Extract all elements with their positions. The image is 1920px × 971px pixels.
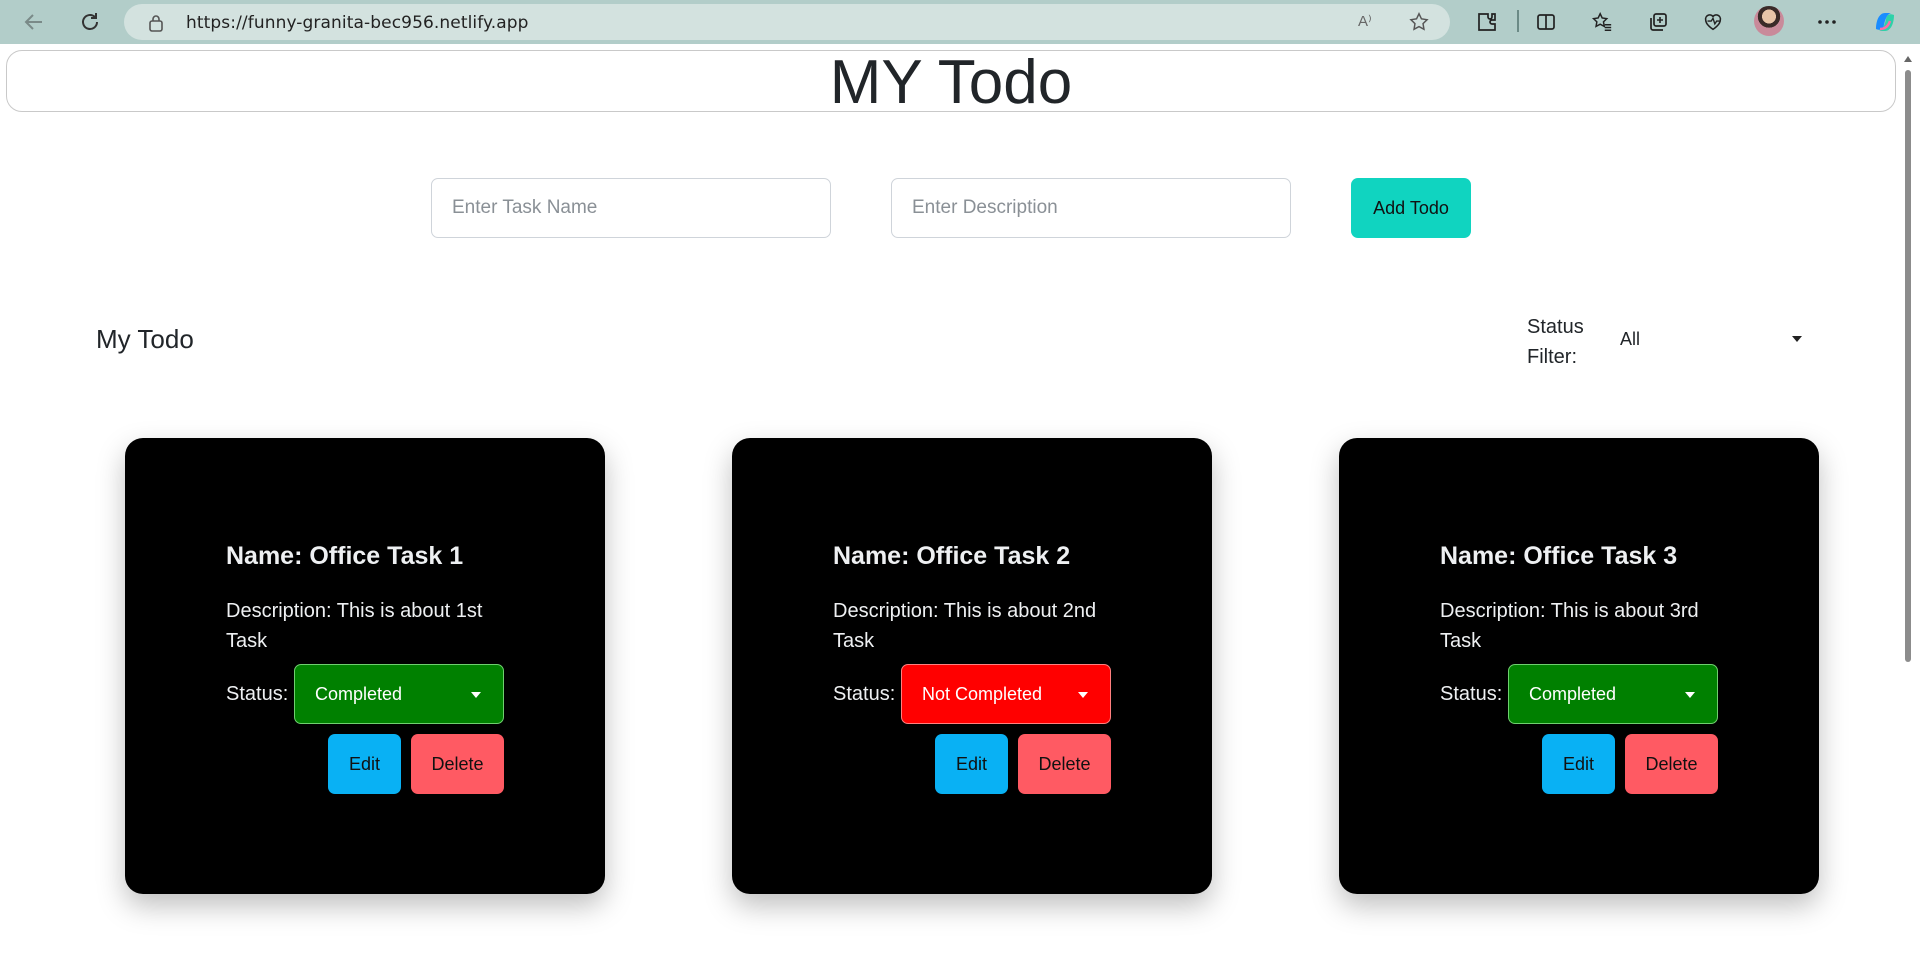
back-icon [24, 14, 42, 30]
read-aloud-icon[interactable]: A⁾ [1358, 12, 1372, 30]
status-value: Not Completed [922, 684, 1043, 704]
extensions-button[interactable] [1474, 9, 1500, 35]
split-screen-button[interactable] [1533, 9, 1559, 35]
collections-icon [1650, 13, 1667, 31]
copilot-button[interactable] [1870, 7, 1900, 37]
status-select[interactable]: Completed [1508, 664, 1718, 724]
add-todo-button[interactable]: Add Todo [1351, 178, 1471, 238]
todo-name: Name: Office Task 1 [226, 542, 464, 570]
todo-name: Name: Office Task 2 [833, 542, 1071, 570]
split-screen-icon [1537, 14, 1555, 30]
page-scrollbar[interactable] [1903, 56, 1913, 971]
status-label: Status: [226, 683, 289, 705]
favorites-icon [1591, 12, 1612, 31]
scrollbar-thumb[interactable] [1905, 70, 1911, 662]
section-title: My Todo [96, 324, 194, 354]
status-select[interactable]: Not Completed [901, 664, 1111, 724]
status-value: Completed [1529, 684, 1617, 704]
copilot-icon [1876, 13, 1894, 32]
status-label: Status: [1440, 683, 1503, 705]
task-name-input[interactable] [431, 178, 831, 238]
refresh-icon [82, 13, 98, 30]
status-filter-value: All [1620, 329, 1641, 349]
refresh-button[interactable] [76, 8, 104, 36]
more-button[interactable] [1814, 9, 1840, 35]
header-container: MY Todo [6, 50, 1896, 112]
status-label: Status: [833, 683, 896, 705]
todo-card: Name: Office Task 1 Description: This is… [125, 438, 605, 894]
page-title: MY Todo [829, 50, 1073, 112]
favorite-star-icon[interactable] [1408, 11, 1430, 33]
status-filter-label: Status Filter: [1527, 316, 1584, 368]
todo-description: Description: This is about 3rd Task [1440, 600, 1699, 652]
edit-button[interactable]: Edit [328, 734, 401, 794]
chevron-down-icon [1078, 692, 1088, 698]
todo-card: Name: Office Task 2 Description: This is… [732, 438, 1212, 894]
delete-button[interactable]: Delete [411, 734, 504, 794]
delete-button[interactable]: Delete [1625, 734, 1718, 794]
status-filter-select[interactable]: All [1604, 322, 1812, 358]
description-input[interactable] [891, 178, 1291, 238]
profile-avatar[interactable] [1754, 6, 1784, 36]
chevron-down-icon [1792, 336, 1802, 342]
browser-essentials-button[interactable] [1700, 9, 1726, 35]
delete-button[interactable]: Delete [1018, 734, 1111, 794]
chevron-down-icon [471, 692, 481, 698]
scroll-up-icon[interactable] [1904, 56, 1912, 62]
url-text[interactable]: https://funny-granita-bec956.netlify.app [186, 13, 529, 33]
collections-button[interactable] [1645, 9, 1671, 35]
status-select[interactable]: Completed [294, 664, 504, 724]
back-button[interactable] [20, 8, 48, 36]
lock-icon [149, 15, 163, 32]
todo-card: Name: Office Task 3 Description: This is… [1339, 438, 1819, 894]
toolbar-divider [1517, 10, 1519, 32]
browser-essentials-icon [1704, 14, 1722, 31]
todo-name: Name: Office Task 3 [1440, 542, 1678, 570]
more-icon [1818, 20, 1836, 24]
favorites-button[interactable] [1589, 9, 1615, 35]
status-value: Completed [315, 684, 403, 704]
chevron-down-icon [1685, 692, 1695, 698]
address-bar[interactable]: https://funny-granita-bec956.netlify.app… [124, 4, 1450, 40]
browser-toolbar: https://funny-granita-bec956.netlify.app… [0, 0, 1920, 44]
extensions-icon [1478, 13, 1496, 31]
todo-description: Description: This is about 2nd Task [833, 600, 1097, 652]
edit-button[interactable]: Edit [935, 734, 1008, 794]
edit-button[interactable]: Edit [1542, 734, 1615, 794]
todo-description: Description: This is about 1st Task [226, 600, 483, 652]
